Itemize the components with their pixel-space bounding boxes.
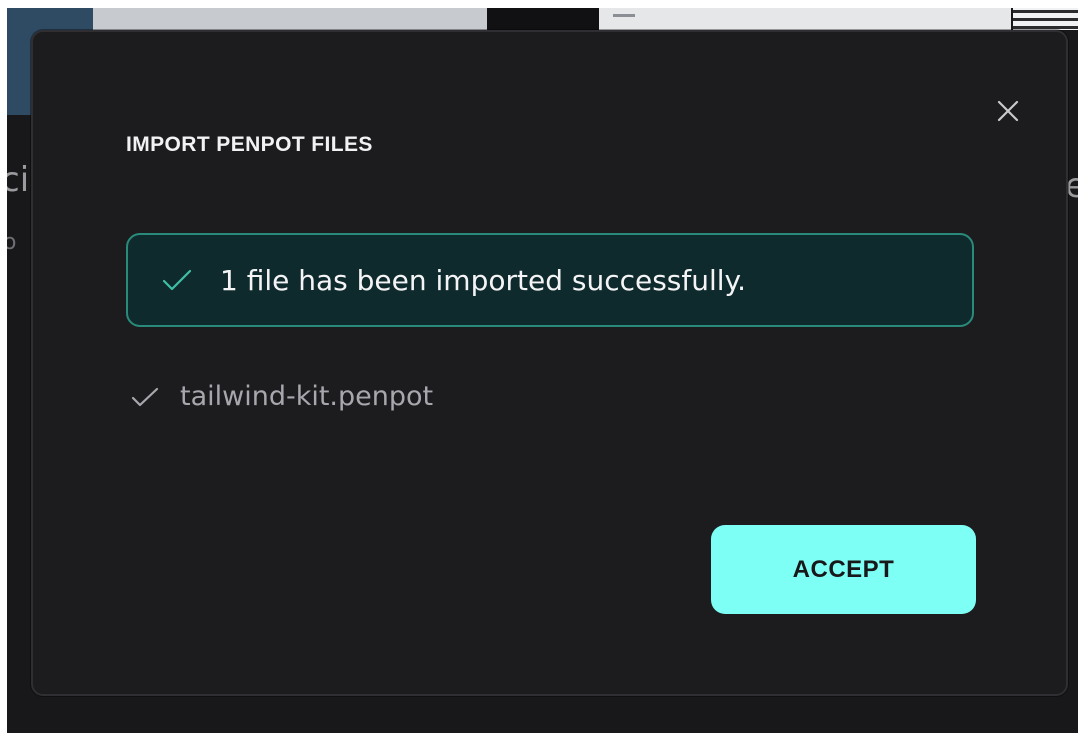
- dialog-title: IMPORT PENPOT FILES: [126, 133, 373, 156]
- background-card-dark: [487, 8, 599, 30]
- accept-button[interactable]: ACCEPT: [711, 525, 976, 614]
- success-banner: 1 file has been imported successfully.: [126, 233, 974, 327]
- background-menu-icon: [1013, 8, 1078, 30]
- import-dialog: IMPORT PENPOT FILES 1 file has been impo…: [31, 30, 1068, 696]
- app-background: ci o e IMPORT PENPOT FILES 1 file has be…: [7, 8, 1078, 733]
- background-card-light: [599, 8, 1011, 30]
- background-card: [93, 8, 487, 30]
- close-icon: [997, 100, 1019, 122]
- background-text-fragment: o: [7, 230, 17, 255]
- imported-file-item: tailwind-kit.penpot: [131, 381, 433, 412]
- check-icon: [162, 265, 192, 295]
- file-name: tailwind-kit.penpot: [180, 381, 434, 412]
- success-message: 1 file has been imported successfully.: [220, 263, 747, 297]
- check-icon: [131, 383, 159, 411]
- close-button[interactable]: [991, 94, 1025, 128]
- background-text-fragment: ci: [7, 160, 30, 200]
